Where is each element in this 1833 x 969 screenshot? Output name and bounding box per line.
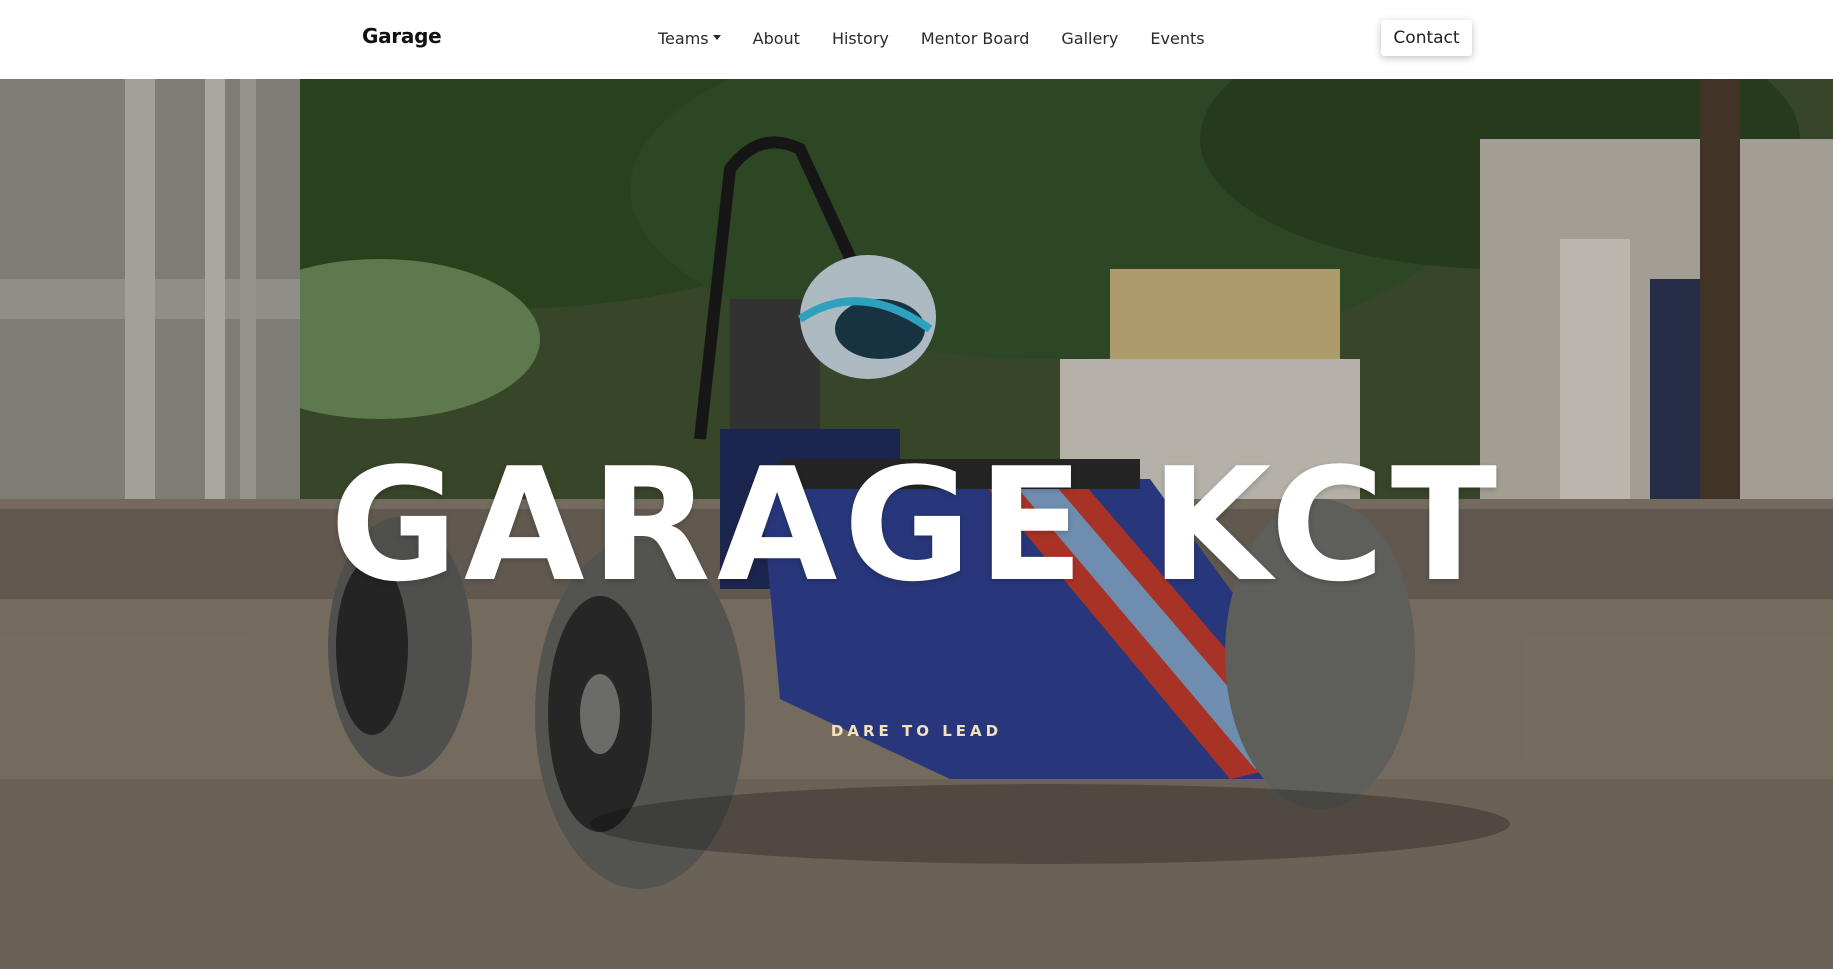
nav-gallery[interactable]: Gallery — [1061, 29, 1118, 48]
nav-history[interactable]: History — [832, 29, 889, 48]
nav-teams[interactable]: Teams — [658, 29, 721, 48]
nav-events[interactable]: Events — [1150, 29, 1204, 48]
hero-title: GARAGE KCT — [329, 434, 1504, 616]
nav-teams-label: Teams — [658, 29, 709, 48]
nav-about[interactable]: About — [753, 29, 800, 48]
navbar: Garage Teams About History Mentor Board … — [0, 0, 1833, 79]
nav-mentor-board[interactable]: Mentor Board — [921, 29, 1030, 48]
nav-links: Teams About History Mentor Board Gallery… — [658, 29, 1237, 48]
brand-logo[interactable]: Garage — [362, 24, 442, 48]
chevron-down-icon — [712, 35, 721, 40]
hero-subtitle: DARE TO LEAD — [830, 722, 1003, 740]
contact-button[interactable]: Contact — [1381, 20, 1472, 56]
hero-section: GARAGE KCT DARE TO LEAD — [0, 79, 1833, 969]
